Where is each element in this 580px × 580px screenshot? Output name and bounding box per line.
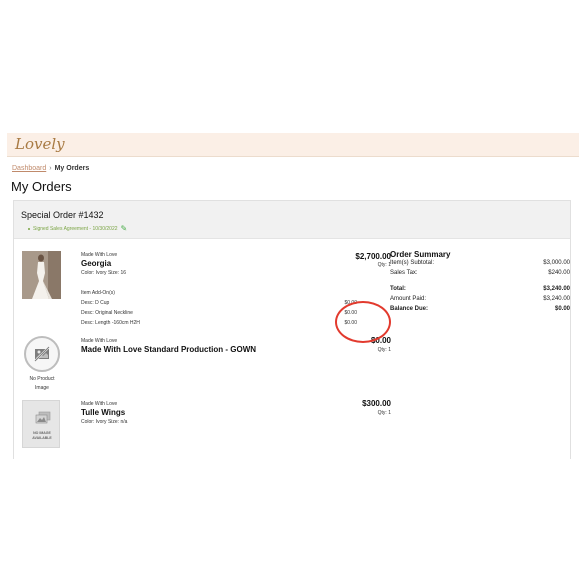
sales-agreement-link[interactable]: Signed Sales Agreement - 10/30/2022 ✎ xyxy=(28,225,128,233)
addon-label: Desc: D Cup xyxy=(81,300,110,306)
order-card: Special Order #1432 Signed Sales Agreeme… xyxy=(13,200,571,459)
addon-row: Desc: Original Neckline $0.00 xyxy=(81,310,357,316)
summary-total: Total: $3,240.00 xyxy=(390,286,570,292)
page-frame: Lovely Dashboard › My Orders My Orders Spe… xyxy=(7,133,579,459)
item-brand: Made With Love xyxy=(81,401,118,407)
logo[interactable]: Lovely xyxy=(15,135,65,153)
item-price: $300.00 xyxy=(362,399,391,408)
item-attributes: Color: Ivory Size: n/a xyxy=(81,419,128,425)
agreement-label: Signed Sales Agreement - 10/30/2022 xyxy=(33,226,118,232)
order-header: Special Order #1432 Signed Sales Agreeme… xyxy=(14,201,570,239)
no-product-image xyxy=(24,336,60,372)
no-image-available: NO IMAGE AVAILABLE xyxy=(22,400,60,448)
addon-label: Desc: Length -160cm H2H xyxy=(81,320,140,326)
summary-paid: Amount Paid: $3,240.00 xyxy=(390,296,570,302)
image-stack-icon xyxy=(35,411,51,424)
item-qty: Qty: 1 xyxy=(377,347,391,353)
item-price: $2,700.00 xyxy=(355,252,391,261)
summary-subtotal: Item(s) Subtotal: $3,000.00 xyxy=(390,260,570,266)
site-header: Lovely xyxy=(7,133,579,157)
order-item: Made With Love Georgia Color: Ivory Size… xyxy=(14,245,391,335)
no-product-label: No Product Image xyxy=(29,376,55,391)
breadcrumb-separator: › xyxy=(49,165,52,172)
addons-label: Item Add-On(s) xyxy=(81,290,115,296)
order-title: Special Order #1432 xyxy=(21,210,104,220)
summary-tax: Sales Tax: $240.00 xyxy=(390,270,570,276)
page-title: My Orders xyxy=(11,179,72,194)
addon-row: Desc: Length -160cm H2H $0.00 xyxy=(81,320,357,326)
product-image[interactable] xyxy=(22,251,61,299)
breadcrumb: Dashboard › My Orders xyxy=(12,165,89,172)
price-highlight-circle xyxy=(335,301,391,343)
order-item: No Product Image Made With Love Made Wit… xyxy=(14,334,391,398)
order-item: NO IMAGE AVAILABLE Made With Love Tulle … xyxy=(14,397,391,459)
item-name: Made With Love Standard Production - GOW… xyxy=(81,345,257,354)
no-image-text: NO IMAGE AVAILABLE xyxy=(32,431,52,440)
gown-photo xyxy=(22,251,61,299)
image-slash-icon xyxy=(34,346,50,362)
item-name: Georgia xyxy=(81,259,112,268)
breadcrumb-dashboard-link[interactable]: Dashboard xyxy=(12,165,46,172)
summary-title: Order Summary xyxy=(390,250,451,259)
item-qty: Qty: 1 xyxy=(377,410,391,416)
breadcrumb-current: My Orders xyxy=(54,165,90,172)
item-qty: Qty: 1 xyxy=(377,262,391,268)
summary-balance-due: Balance Due: $0.00 xyxy=(390,306,570,312)
addon-row: Desc: D Cup $0.00 xyxy=(81,300,357,306)
item-brand: Made With Love xyxy=(81,338,118,344)
item-name: Tulle Wings xyxy=(81,408,126,417)
order-summary: Order Summary Item(s) Subtotal: $3,000.00… xyxy=(390,250,570,315)
item-attributes: Color: Ivory Size: 16 xyxy=(81,270,127,276)
item-brand: Made With Love xyxy=(81,252,118,258)
pencil-icon[interactable]: ✎ xyxy=(121,225,128,233)
addon-label: Desc: Original Neckline xyxy=(81,310,133,316)
bullet-icon xyxy=(28,228,30,230)
